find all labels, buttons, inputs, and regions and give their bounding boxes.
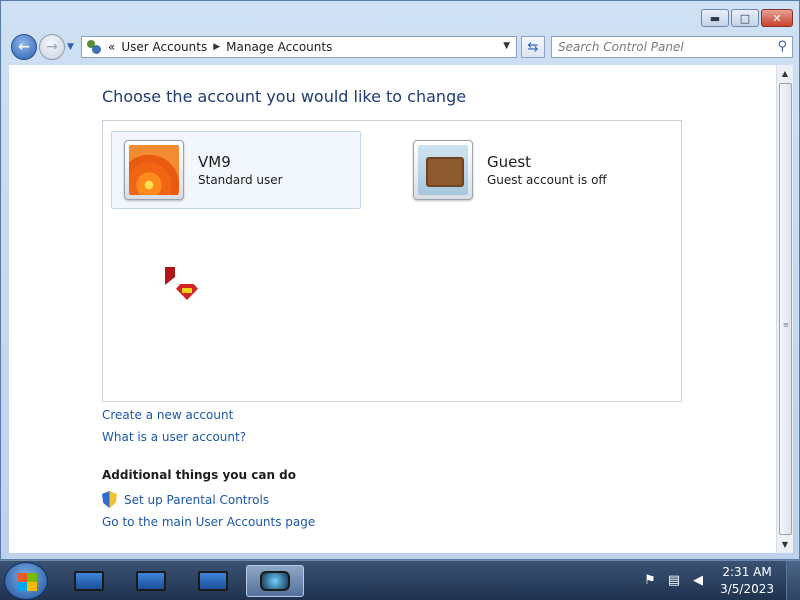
mouse-pointer-icon — [165, 267, 179, 285]
minimize-button[interactable]: ▬ — [701, 9, 729, 27]
search-icon[interactable]: ⚲ — [777, 39, 787, 54]
forward-arrow-icon: → — [46, 39, 58, 55]
scroll-down-icon[interactable]: ▼ — [777, 536, 793, 553]
recent-pages-button[interactable]: ▼ — [67, 42, 74, 52]
chevron-down-icon: ▼ — [67, 42, 74, 52]
taskbar: ⚑ ▤ ◀ 2:31 AM 3/5/2023 — [0, 560, 800, 600]
maximize-icon: □ — [739, 11, 751, 25]
taskbar-item-control-panel[interactable] — [246, 565, 304, 597]
network-icon[interactable]: ▤ — [666, 573, 682, 589]
monitor-icon — [74, 571, 104, 591]
vertical-scrollbar[interactable]: ▲ ≡ ▼ — [776, 65, 793, 553]
app-icon — [260, 571, 290, 591]
grip-icon: ≡ — [783, 321, 789, 329]
volume-muted-icon[interactable]: ◀ — [690, 573, 706, 589]
suitcase-picture-icon — [418, 145, 468, 195]
address-bar[interactable]: « User Accounts ▶ Manage Accounts ▼ — [81, 36, 517, 58]
breadcrumb-separator-icon[interactable]: ▶ — [213, 42, 220, 52]
main-user-accounts-link[interactable]: Go to the main User Accounts page — [102, 515, 315, 529]
taskbar-item-1[interactable] — [62, 565, 116, 597]
breadcrumb-user-accounts[interactable]: User Accounts — [121, 40, 207, 54]
action-center-icon[interactable]: ⚑ — [642, 573, 658, 589]
breadcrumb-manage-accounts[interactable]: Manage Accounts — [226, 40, 332, 54]
back-arrow-icon: ← — [18, 39, 30, 55]
clock-time: 2:31 AM — [722, 565, 772, 579]
taskbar-item-2[interactable] — [124, 565, 178, 597]
account-picture-frame — [124, 140, 184, 200]
user-accounts-icon — [86, 39, 102, 55]
back-button[interactable]: ← — [11, 34, 37, 60]
parental-controls-row[interactable]: Set up Parental Controls — [102, 491, 269, 508]
control-panel-window: ▬ □ ✕ ← → ▼ « User Accounts ▶ Manage Acc… — [0, 0, 800, 560]
account-picture-frame — [413, 140, 473, 200]
search-input[interactable] — [552, 37, 762, 57]
show-desktop-button[interactable] — [786, 561, 800, 600]
system-clock[interactable]: 2:31 AM 3/5/2023 — [720, 564, 774, 598]
flower-picture-icon — [129, 145, 179, 195]
main-content: Choose the account you would like to cha… — [9, 65, 776, 553]
scroll-up-icon[interactable]: ▲ — [777, 65, 793, 82]
what-is-user-account-link[interactable]: What is a user account? — [102, 430, 246, 444]
monitor-icon — [136, 571, 166, 591]
start-button[interactable] — [4, 562, 48, 600]
navigation-bar: ← → ▼ « User Accounts ▶ Manage Accounts … — [9, 33, 793, 61]
address-dropdown-icon[interactable]: ▼ — [503, 41, 510, 51]
title-bar-buttons: ▬ □ ✕ — [701, 9, 793, 27]
page-title: Choose the account you would like to cha… — [102, 87, 467, 106]
account-tile-guest[interactable]: Guest Guest account is off — [401, 131, 651, 209]
create-account-link[interactable]: Create a new account — [102, 408, 233, 422]
parental-controls-link[interactable]: Set up Parental Controls — [124, 493, 269, 507]
windows-logo-icon — [17, 573, 37, 591]
close-button[interactable]: ✕ — [761, 9, 793, 27]
monitor-icon — [198, 571, 228, 591]
account-type: Guest account is off — [487, 173, 607, 187]
account-name: VM9 — [198, 153, 231, 171]
minimize-icon: ▬ — [709, 11, 721, 25]
refresh-icon: ⇆ — [527, 39, 539, 55]
close-icon: ✕ — [772, 11, 782, 25]
search-box[interactable]: ⚲ — [551, 36, 793, 58]
breadcrumb-overflow[interactable]: « — [108, 40, 115, 54]
taskbar-item-3[interactable] — [186, 565, 240, 597]
account-tile-vm9[interactable]: VM9 Standard user — [111, 131, 361, 209]
clock-date: 3/5/2023 — [720, 582, 774, 596]
account-type: Standard user — [198, 173, 283, 187]
uac-shield-icon — [102, 491, 117, 508]
accounts-panel: VM9 Standard user Guest Guest account is… — [102, 120, 682, 402]
forward-button[interactable]: → — [39, 34, 65, 60]
refresh-button[interactable]: ⇆ — [521, 36, 545, 58]
maximize-button[interactable]: □ — [731, 9, 759, 27]
account-name: Guest — [487, 153, 532, 171]
scrollbar-thumb[interactable]: ≡ — [779, 83, 792, 535]
additional-things-heading: Additional things you can do — [102, 468, 297, 482]
